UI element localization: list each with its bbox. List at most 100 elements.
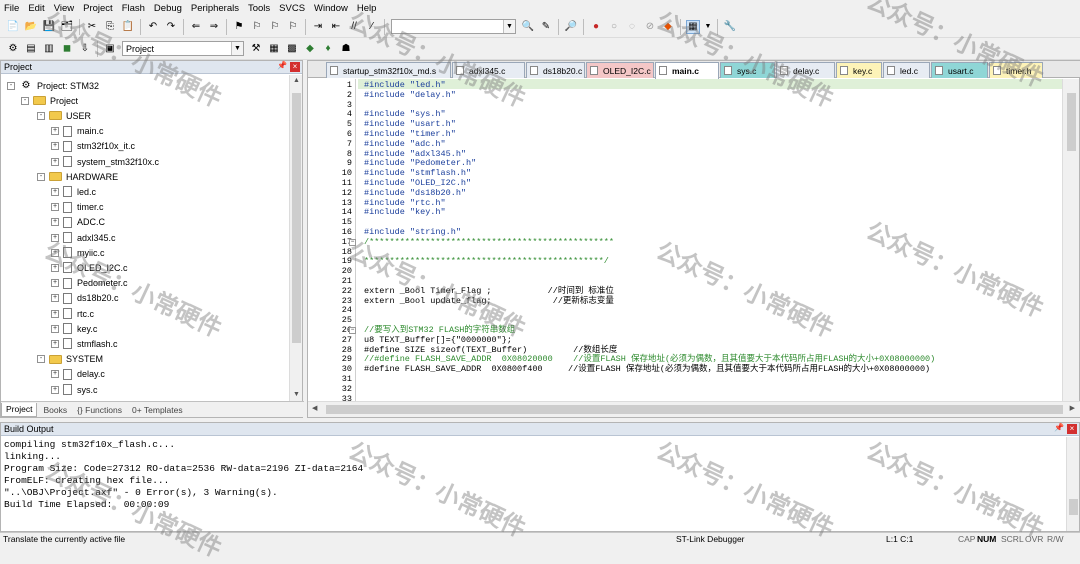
tab-templates[interactable]: 0+ Templates xyxy=(128,403,187,417)
menu-debug[interactable]: Debug xyxy=(154,3,182,14)
tab-usart-c[interactable]: usart.c xyxy=(931,62,988,78)
tree-item-file[interactable]: + led.c xyxy=(51,184,96,199)
open-icon[interactable]: 📂 xyxy=(24,20,38,34)
pin-icon[interactable]: 📌 xyxy=(277,61,287,70)
prev-bookmark-icon[interactable]: ⚐ xyxy=(250,20,264,34)
target-dropdown[interactable]: Project ▼ xyxy=(122,41,244,56)
find-in-files-icon[interactable]: 🔍 xyxy=(521,20,535,34)
window-layout-icon[interactable]: ▦ xyxy=(686,19,700,34)
editor-horizontal-scrollbar[interactable]: ◀ ▶ xyxy=(308,401,1080,417)
find-dropdown[interactable]: ▼ xyxy=(391,19,516,34)
indent-icon[interactable]: ⇥ xyxy=(311,20,325,34)
project-tree-scrollbar[interactable]: ▲ ▼ xyxy=(289,75,302,401)
menu-help[interactable]: Help xyxy=(357,3,377,14)
copy-icon[interactable]: ⎘ xyxy=(103,20,117,34)
tree-item-file[interactable]: + OLED_I2C.c xyxy=(51,260,128,275)
tree-item-folder[interactable]: - HARDWARE xyxy=(37,169,118,184)
target-icon[interactable]: ▣ xyxy=(103,42,117,56)
expand-icon[interactable]: + xyxy=(51,142,59,151)
menu-view[interactable]: View xyxy=(54,3,74,14)
tree-item-file[interactable]: + system_stm32f10x.c xyxy=(51,154,159,169)
expand-icon[interactable]: + xyxy=(51,218,59,227)
tab-delay-c[interactable]: delay.c xyxy=(776,62,835,78)
tree-item-folder[interactable]: - Project xyxy=(21,93,78,108)
tab-ds18b20-c[interactable]: ds18b20.c xyxy=(526,62,585,78)
select-packs-icon[interactable]: ♦ xyxy=(321,42,335,56)
menu-peripherals[interactable]: Peripherals xyxy=(191,3,239,14)
build-output-scrollbar[interactable] xyxy=(1066,437,1079,531)
menu-svcs[interactable]: SVCS xyxy=(279,3,305,14)
tree-item-file[interactable]: + stm32f10x_it.c xyxy=(51,139,135,154)
expand-icon[interactable]: + xyxy=(51,203,59,212)
unindent-icon[interactable]: ⇤ xyxy=(329,20,343,34)
tree-item-file[interactable]: + adxl345.c xyxy=(51,230,116,245)
uncomment-icon[interactable]: ⁄ xyxy=(365,20,379,34)
expand-icon[interactable]: + xyxy=(51,294,59,303)
pack-installer-icon[interactable]: ◆ xyxy=(303,42,317,56)
tab-key-c[interactable]: key.c xyxy=(836,62,882,78)
tree-item-file[interactable]: + ds18b20.c xyxy=(51,291,119,306)
tab-adxl345-c[interactable]: adxl345.c xyxy=(452,62,525,78)
bookmark-icon[interactable]: ⚑ xyxy=(232,20,246,34)
paste-icon[interactable]: 📋 xyxy=(121,20,135,34)
collapse-icon[interactable]: - xyxy=(37,172,45,181)
expand-icon[interactable]: + xyxy=(51,339,59,348)
pin-icon[interactable]: 📌 xyxy=(1054,423,1064,432)
comment-icon[interactable]: // xyxy=(347,20,361,34)
batch-build-icon[interactable]: ◼ xyxy=(60,42,74,56)
scroll-down-icon[interactable]: ▼ xyxy=(290,389,303,401)
tab-sys-c[interactable]: sys.c xyxy=(720,62,775,78)
scroll-left-icon[interactable]: ◀ xyxy=(312,404,317,412)
tree-item-file[interactable]: + stmflash.c xyxy=(51,336,118,351)
close-icon[interactable]: × xyxy=(1067,424,1077,434)
tree-item-file[interactable]: + Pedometer.c xyxy=(51,276,128,291)
tree-item-file[interactable]: + key.c xyxy=(51,321,97,336)
scrollbar-thumb[interactable] xyxy=(326,405,1063,414)
tab-project[interactable]: Project xyxy=(1,402,38,417)
tab-main-c[interactable]: main.c xyxy=(655,62,719,79)
tree-item-file[interactable]: + timer.c xyxy=(51,200,104,215)
nav-forward-icon[interactable]: ⇒ xyxy=(207,20,221,34)
kill-breakpoints-icon[interactable]: ⊘ xyxy=(643,20,657,34)
scrollbar-thumb[interactable] xyxy=(292,93,301,343)
editor-vertical-scrollbar[interactable] xyxy=(1062,79,1079,402)
scrollbar-thumb[interactable] xyxy=(1067,93,1076,151)
tab-oled-i2c-c[interactable]: OLED_I2C.c xyxy=(586,62,654,78)
expand-icon[interactable]: + xyxy=(51,370,59,379)
nav-back-icon[interactable]: ⇐ xyxy=(189,20,203,34)
manage-components-icon[interactable]: ▩ xyxy=(285,42,299,56)
menu-window[interactable]: Window xyxy=(314,3,348,14)
fold-icon[interactable]: − xyxy=(349,327,356,334)
tab-led-c[interactable]: led.c xyxy=(883,62,930,78)
collapse-icon[interactable]: - xyxy=(37,355,45,364)
redo-icon[interactable]: ↷ xyxy=(164,20,178,34)
menu-tools[interactable]: Tools xyxy=(248,3,270,14)
code-area[interactable]: #include "led.h" #include "delay.h" #inclu… xyxy=(358,79,1063,402)
expand-icon[interactable]: + xyxy=(51,233,59,242)
new-file-icon[interactable]: 📄 xyxy=(6,20,20,34)
load-icon[interactable]: ⇩ xyxy=(78,42,92,56)
tools-icon[interactable]: 🔧 xyxy=(723,20,737,34)
tab-timer-h[interactable]: timer.h xyxy=(989,62,1043,78)
fold-icon[interactable]: − xyxy=(349,238,356,246)
debug-session-icon[interactable]: 🔎 xyxy=(564,20,578,34)
target-options-icon[interactable]: ⚒ xyxy=(249,42,263,56)
disable-breakpoint-icon[interactable]: ○ xyxy=(607,20,621,34)
scroll-up-icon[interactable]: ▲ xyxy=(290,75,303,87)
expand-icon[interactable]: + xyxy=(51,263,59,272)
tree-item-folder[interactable]: - ⚙ Project: STM32 xyxy=(7,78,99,93)
expand-icon[interactable]: + xyxy=(51,385,59,394)
configure-icon[interactable]: ◆ xyxy=(661,20,675,34)
cut-icon[interactable]: ✂ xyxy=(85,20,99,34)
tab-startup-stm32f10x-md-s[interactable]: startup_stm32f10x_md.s xyxy=(326,62,451,78)
collapse-icon[interactable]: - xyxy=(21,96,29,105)
translate-icon[interactable]: ⚙ xyxy=(6,42,20,56)
scroll-right-icon[interactable]: ▶ xyxy=(1070,404,1075,412)
tree-item-file[interactable]: + rtc.c xyxy=(51,306,94,321)
breakpoint-icon[interactable]: ● xyxy=(589,20,603,34)
tree-item-folder[interactable]: - USER xyxy=(37,108,91,123)
save-all-icon[interactable]: 🗂 xyxy=(60,20,74,34)
incremental-find-icon[interactable]: ✎ xyxy=(539,20,553,34)
undo-icon[interactable]: ↶ xyxy=(146,20,160,34)
tree-item-file[interactable]: + myiic.c xyxy=(51,245,105,260)
